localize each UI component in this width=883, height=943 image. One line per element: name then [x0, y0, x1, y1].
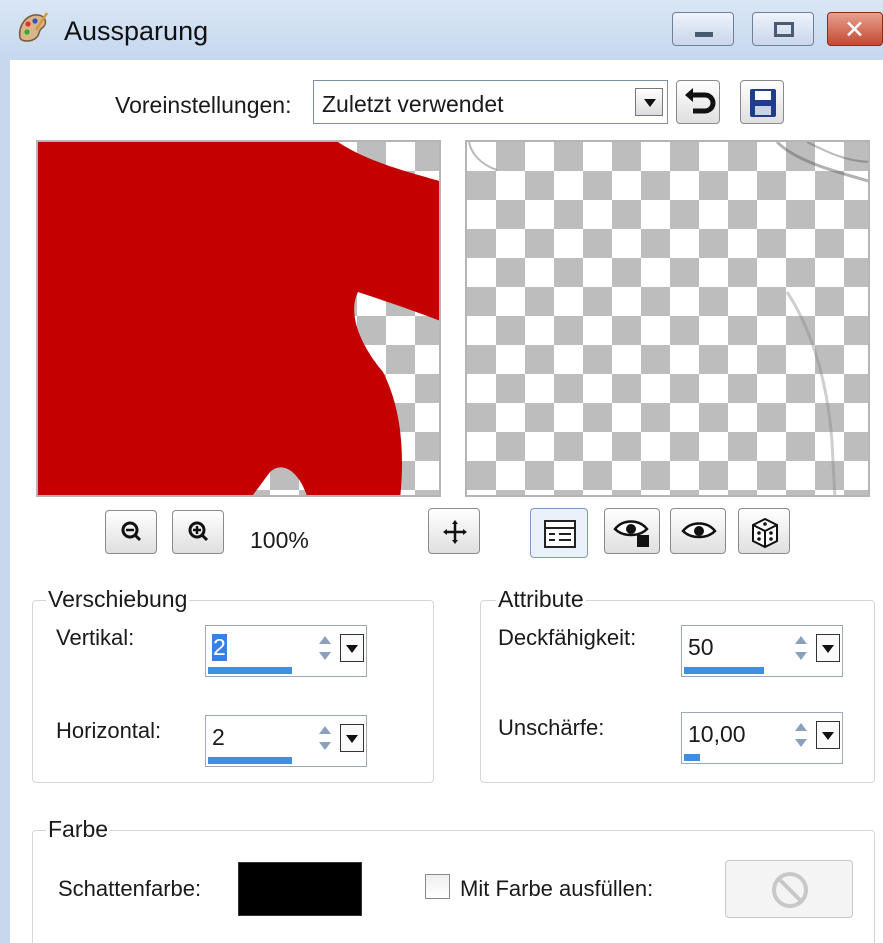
no-entry-icon — [772, 872, 808, 908]
auto-proof-button[interactable] — [670, 508, 726, 554]
vertical-spinbox[interactable]: 2 — [205, 625, 367, 677]
randomize-button[interactable] — [738, 508, 790, 554]
original-preview[interactable] — [36, 140, 441, 497]
chevron-down-icon[interactable] — [816, 721, 840, 749]
zoom-in-icon — [188, 521, 209, 542]
attributes-group-title: Attribute — [496, 586, 586, 613]
blur-spinbox[interactable]: 10,00 — [681, 712, 843, 764]
spinner-arrows-icon[interactable] — [792, 719, 812, 753]
opacity-slider-bar[interactable] — [684, 667, 764, 674]
color-group-title: Farbe — [46, 816, 111, 843]
result-preview[interactable] — [465, 140, 870, 497]
fill-with-color-label: Mit Farbe ausfüllen: — [460, 876, 654, 901]
minimize-button[interactable] — [672, 12, 734, 46]
close-button[interactable]: ✕ — [827, 12, 883, 46]
spinner-arrows-icon[interactable] — [792, 632, 812, 666]
horizontal-slider-bar[interactable] — [208, 757, 292, 764]
offset-group-title: Verschiebung — [46, 586, 190, 613]
close-icon: ✕ — [844, 16, 865, 44]
chevron-down-icon[interactable] — [635, 88, 663, 116]
vertical-label: Vertikal: — [56, 625, 135, 650]
randomize-icon — [752, 517, 778, 549]
zoom-in-button[interactable] — [172, 510, 224, 554]
presets-dropdown[interactable]: Zuletzt verwendet — [313, 80, 668, 124]
floppy-disk-icon — [750, 89, 776, 117]
fill-color-button[interactable] — [725, 860, 853, 918]
opacity-value[interactable]: 50 — [688, 634, 714, 661]
shadow-color-swatch[interactable] — [238, 862, 362, 916]
zoom-level: 100% — [250, 527, 309, 553]
minimize-icon — [695, 32, 713, 37]
chevron-down-icon[interactable] — [340, 724, 364, 752]
chevron-down-icon[interactable] — [340, 634, 364, 662]
window-title: Aussparung — [64, 16, 209, 46]
zoom-out-button[interactable] — [105, 510, 157, 554]
vertical-slider-bar[interactable] — [208, 667, 292, 674]
proof-button[interactable] — [604, 508, 660, 554]
maximize-icon — [774, 22, 794, 37]
spinner-arrows-icon[interactable] — [316, 722, 336, 756]
maximize-button[interactable] — [752, 12, 814, 46]
chevron-down-icon[interactable] — [816, 634, 840, 662]
fill-with-color-checkbox[interactable] — [425, 874, 450, 899]
preview-red-shape — [38, 142, 439, 495]
properties-toggle-button[interactable] — [530, 508, 588, 558]
preview-shadow-outline — [468, 142, 868, 495]
zoom-out-icon — [121, 521, 142, 542]
move-icon — [443, 520, 467, 544]
blur-value[interactable]: 10,00 — [688, 721, 746, 748]
reset-arrow-icon — [685, 88, 716, 114]
opacity-label: Deckfähigkeit: — [498, 625, 637, 650]
auto-proof-icon — [681, 522, 717, 539]
window-frame-left — [0, 60, 10, 943]
horizontal-spinbox[interactable]: 2 — [205, 715, 367, 767]
properties-icon — [544, 520, 576, 548]
save-presets-button[interactable] — [740, 80, 784, 124]
presets-label: Voreinstellungen: — [115, 92, 292, 118]
reset-presets-button[interactable] — [676, 80, 720, 124]
vertical-value[interactable]: 2 — [212, 634, 227, 661]
blur-slider-bar[interactable] — [684, 754, 700, 761]
pan-button[interactable] — [428, 508, 480, 554]
horizontal-value[interactable]: 2 — [212, 724, 225, 751]
title-bar[interactable]: Aussparung ✕ — [0, 0, 883, 60]
blur-label: Unschärfe: — [498, 715, 605, 740]
presets-selected-value: Zuletzt verwendet — [322, 91, 504, 117]
opacity-spinbox[interactable]: 50 — [681, 625, 843, 677]
horizontal-label: Horizontal: — [56, 718, 162, 743]
paint-palette-icon — [18, 12, 49, 42]
proof-icon — [613, 520, 649, 547]
spinner-arrows-icon[interactable] — [316, 632, 336, 666]
shadow-color-label: Schattenfarbe: — [58, 876, 202, 901]
